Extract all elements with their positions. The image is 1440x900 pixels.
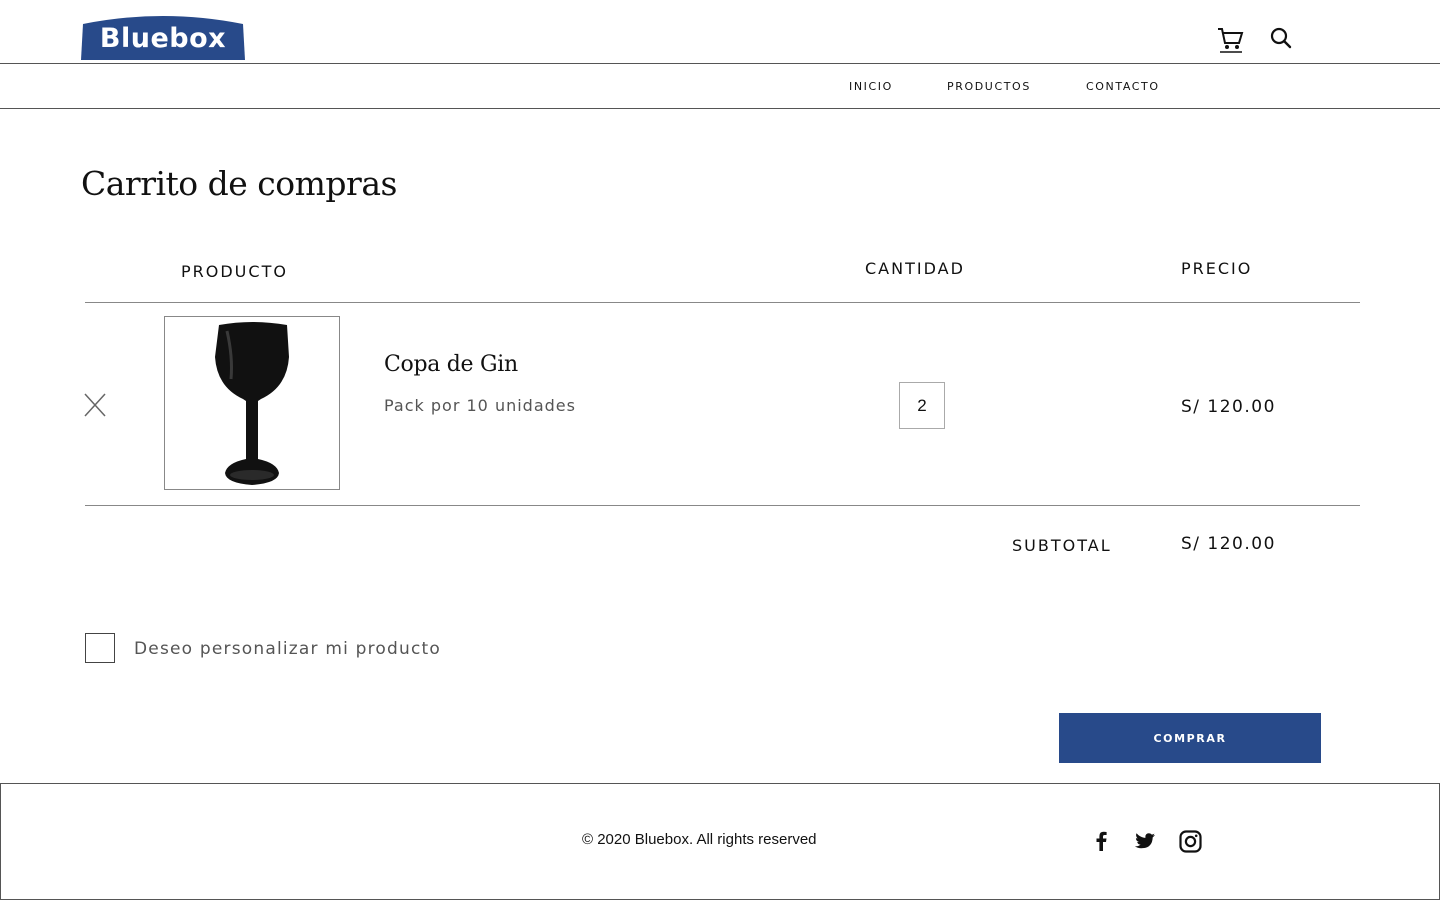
column-header-product: PRODUCTO	[181, 262, 288, 281]
customize-checkbox[interactable]	[85, 633, 115, 663]
table-divider	[85, 302, 1360, 303]
product-name[interactable]: Copa de Gin	[384, 352, 518, 377]
copyright-text: © 2020 Bluebox. All rights reserved	[582, 831, 817, 848]
quantity-input[interactable]	[899, 382, 945, 429]
remove-item-icon[interactable]	[84, 393, 106, 417]
product-variant: Pack por 10 unidades	[384, 396, 576, 415]
search-icon[interactable]	[1270, 27, 1292, 49]
top-header: Bluebox	[0, 0, 1440, 64]
buy-button[interactable]: COMPRAR	[1059, 713, 1321, 763]
cart-icon[interactable]	[1217, 26, 1244, 53]
main-nav: INICIO PRODUCTOS CONTACTO	[0, 64, 1440, 109]
footer: © 2020 Bluebox. All rights reserved	[0, 783, 1440, 900]
facebook-icon[interactable]	[1092, 830, 1112, 852]
nav-link-productos[interactable]: PRODUCTOS	[947, 80, 1031, 93]
twitter-icon[interactable]	[1134, 832, 1156, 852]
column-header-price: PRECIO	[1181, 259, 1253, 278]
gin-glass-icon	[215, 322, 289, 485]
logo-text: Bluebox	[99, 23, 227, 54]
nav-link-inicio[interactable]: INICIO	[849, 80, 893, 93]
customize-label[interactable]: Deseo personalizar mi producto	[134, 639, 441, 659]
bluebox-logo[interactable]: Bluebox	[81, 14, 245, 60]
instagram-icon[interactable]	[1179, 830, 1202, 853]
product-image[interactable]	[164, 316, 340, 490]
column-header-quantity: CANTIDAD	[865, 259, 965, 278]
table-divider	[85, 505, 1360, 506]
page-title: Carrito de compras	[81, 164, 397, 203]
subtotal-label: SUBTOTAL	[1012, 536, 1112, 555]
nav-link-contacto[interactable]: CONTACTO	[1086, 80, 1160, 93]
subtotal-value: S/ 120.00	[1181, 534, 1276, 554]
item-price: S/ 120.00	[1181, 397, 1276, 417]
